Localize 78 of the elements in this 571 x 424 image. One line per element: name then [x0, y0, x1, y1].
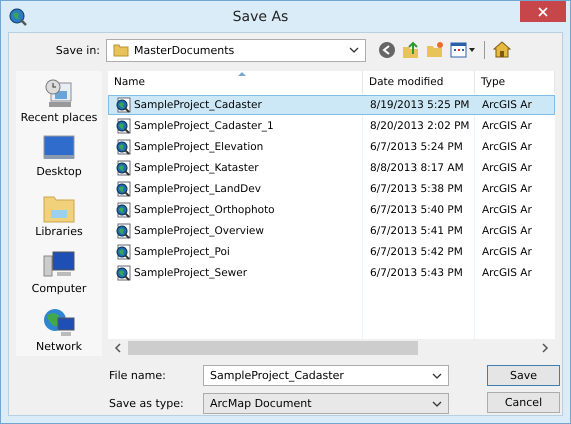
- file-name: SampleProject_LandDev: [134, 183, 261, 195]
- place-item[interactable]: Computer: [32, 250, 86, 298]
- folder-up-icon[interactable]: [402, 41, 420, 59]
- back-icon[interactable]: [378, 41, 396, 59]
- file-row[interactable]: SampleProject_Cadaster_1 8/20/2013 2:02 PM ArcGIS Ar: [108, 116, 555, 136]
- save-as-type-dropdown[interactable]: ArcMap Document: [203, 393, 449, 414]
- file-name: SampleProject_Cadaster_1: [134, 120, 274, 132]
- map-document-icon: [115, 181, 131, 197]
- type-column-header[interactable]: Type: [475, 71, 555, 93]
- date-cell-text: 6/7/2013 5:40 PM: [369, 204, 464, 216]
- type-cell-text: ArcGIS Ar: [481, 267, 533, 279]
- type-cell-text: ArcGIS Ar: [481, 162, 533, 174]
- home-icon[interactable]: [493, 41, 511, 59]
- save-button[interactable]: Save: [487, 365, 560, 386]
- view-menu-icon[interactable]: [450, 41, 476, 59]
- map-document-icon: [115, 118, 131, 134]
- type-cell-text: ArcGIS Ar: [481, 99, 533, 111]
- file-row[interactable]: SampleProject_Elevation 6/7/2013 5:24 PM ArcGIS Ar: [108, 137, 555, 157]
- window-title: Save As: [232, 8, 290, 24]
- new-folder-icon[interactable]: [426, 41, 444, 59]
- place-item[interactable]: Recent places: [20, 77, 98, 125]
- type-cell-text: ArcGIS Ar: [481, 183, 533, 195]
- place-item[interactable]: Network: [36, 308, 82, 356]
- place-item[interactable]: Libraries: [35, 192, 83, 240]
- chevron-down-icon: [432, 400, 442, 406]
- map-document-icon: [115, 139, 131, 155]
- close-button[interactable]: [520, 1, 566, 22]
- scroll-left-icon[interactable]: [114, 342, 122, 352]
- app-globe-icon: [9, 8, 27, 26]
- file-name: SampleProject_Orthophoto: [134, 204, 275, 216]
- cancel-button[interactable]: Cancel: [487, 392, 560, 413]
- place-item[interactable]: Desktop: [36, 134, 82, 183]
- close-icon: [538, 6, 548, 16]
- date-cell-text: 6/7/2013 5:24 PM: [369, 141, 464, 153]
- date-cell-text: 6/7/2013 5:42 PM: [369, 246, 464, 258]
- date-cell-text: 6/7/2013 5:43 PM: [369, 267, 464, 279]
- date-cell-text: 8/20/2013 2:02 PM: [369, 120, 470, 132]
- sort-arrow-icon: [238, 72, 246, 76]
- map-document-icon: [115, 223, 131, 239]
- date-cell-text: 8/8/2013 8:17 AM: [369, 162, 465, 174]
- date-cell-text: 8/19/2013 5:25 PM: [369, 99, 470, 111]
- type-cell-text: ArcGIS Ar: [481, 120, 533, 132]
- date-cell-text: 6/7/2013 5:38 PM: [369, 183, 464, 195]
- file-name: SampleProject_Poi: [134, 246, 230, 258]
- file-name: SampleProject_Elevation: [134, 141, 264, 153]
- file-name: SampleProject_Kataster: [134, 162, 259, 174]
- chevron-down-icon: [349, 47, 359, 53]
- folder-icon: [113, 42, 129, 58]
- chevron-down-icon: [432, 372, 442, 378]
- date-cell-text: 6/7/2013 5:41 PM: [369, 225, 464, 237]
- type-cell-text: ArcGIS Ar: [481, 246, 533, 258]
- scroll-right-icon[interactable]: [541, 342, 549, 352]
- file-row[interactable]: SampleProject_Poi 6/7/2013 5:42 PM ArcGIS Ar: [108, 242, 555, 262]
- file-name-field[interactable]: SampleProject_Cadaster: [203, 365, 449, 386]
- date-column-header[interactable]: Date modified: [363, 71, 475, 93]
- save-as-type-label: Save as type:: [109, 397, 185, 410]
- map-document-icon: [115, 160, 131, 176]
- file-row[interactable]: SampleProject_Orthophoto 6/7/2013 5:40 PM ArcGIS Ar: [108, 200, 555, 220]
- file-name: SampleProject_Sewer: [134, 267, 248, 279]
- file-row[interactable]: SampleProject_Overview 6/7/2013 5:41 PM ArcGIS Ar: [108, 221, 555, 241]
- file-row[interactable]: SampleProject_Sewer 6/7/2013 5:43 PM ArcGIS Ar: [108, 263, 555, 283]
- save-in-label: Save in:: [54, 44, 101, 56]
- map-document-icon: [115, 265, 131, 281]
- save-in-dropdown[interactable]: MasterDocuments: [106, 38, 366, 62]
- file-name-label: File name:: [109, 369, 167, 382]
- file-row[interactable]: SampleProject_Kataster 8/8/2013 8:17 AM ArcGIS Ar: [108, 158, 555, 178]
- file-name: SampleProject_Overview: [134, 225, 264, 237]
- network-globe-icon: [43, 308, 75, 338]
- map-document-icon: [115, 202, 131, 218]
- type-cell-text: ArcGIS Ar: [481, 225, 533, 237]
- file-row[interactable]: SampleProject_Cadaster 8/19/2013 5:25 PM ArcGIS Ar: [108, 95, 555, 115]
- map-document-icon: [115, 244, 131, 260]
- file-row[interactable]: SampleProject_LandDev 6/7/2013 5:38 PM ArcGIS Ar: [108, 179, 555, 199]
- name-column-header[interactable]: Name: [108, 71, 363, 93]
- file-name: SampleProject_Cadaster: [134, 99, 262, 111]
- type-cell-text: ArcGIS Ar: [481, 204, 533, 216]
- type-cell-text: ArcGIS Ar: [481, 141, 533, 153]
- map-document-icon: [115, 97, 131, 113]
